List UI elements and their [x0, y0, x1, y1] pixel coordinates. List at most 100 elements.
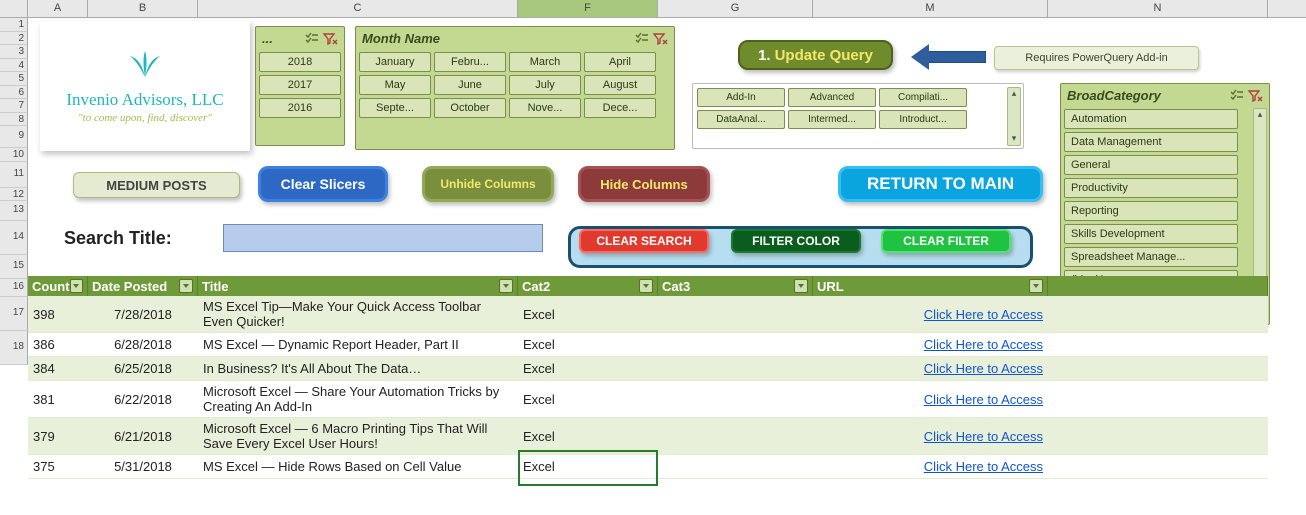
cell-date[interactable]: 6/25/2018 — [88, 357, 198, 380]
cell-url[interactable]: Click Here to Access — [813, 455, 1048, 478]
row-header-4[interactable]: 4 — [0, 59, 28, 73]
scroll-up-icon[interactable]: ▴ — [1008, 88, 1020, 100]
clear-filter-icon[interactable] — [652, 32, 668, 46]
cell-date[interactable]: 7/28/2018 — [88, 296, 198, 332]
col-header-F[interactable]: F — [518, 0, 658, 17]
slicer-month-item[interactable]: October — [434, 98, 506, 118]
slicer-year-item[interactable]: 2016 — [259, 98, 341, 118]
access-link[interactable]: Click Here to Access — [924, 392, 1043, 407]
clear-search-button[interactable]: CLEAR SEARCH — [579, 229, 709, 253]
filter-dropdown-icon[interactable] — [179, 279, 193, 293]
cell-count[interactable]: 379 — [28, 418, 88, 454]
row-header-1[interactable]: 1 — [0, 18, 28, 32]
cell-cat2[interactable]: Excel — [518, 296, 658, 332]
cell-title[interactable]: In Business? It's All About The Data… — [198, 357, 518, 380]
slicer-month-item[interactable]: May — [359, 75, 431, 95]
row-header-16[interactable]: 16 — [0, 279, 28, 297]
col-header-C[interactable]: C — [198, 0, 518, 17]
cell-title[interactable]: MS Excel Tip—Make Your Quick Access Tool… — [198, 296, 518, 332]
clear-filter-icon[interactable] — [322, 32, 338, 46]
slicer-broad-item[interactable]: General — [1064, 155, 1238, 175]
slicer-broad-item[interactable]: Automation — [1064, 109, 1238, 129]
cell-url[interactable]: Click Here to Access — [813, 381, 1048, 417]
slicer-month-item[interactable]: Dece... — [584, 98, 656, 118]
col-header-cat3[interactable]: Cat3 — [658, 276, 813, 296]
col-header-B[interactable]: B — [88, 0, 198, 17]
col-header-M[interactable]: M — [813, 0, 1048, 17]
row-header-8[interactable]: 8 — [0, 113, 28, 127]
col-header-cat2[interactable]: Cat2 — [518, 276, 658, 296]
access-link[interactable]: Click Here to Access — [924, 459, 1043, 474]
cell-cat2[interactable]: Excel — [518, 357, 658, 380]
row-header-7[interactable]: 7 — [0, 99, 28, 113]
filter-dropdown-icon[interactable] — [1029, 279, 1043, 293]
multi-select-icon[interactable] — [1229, 89, 1245, 103]
multi-select-icon[interactable] — [634, 32, 650, 46]
scroll-up-icon[interactable]: ▴ — [1254, 109, 1266, 121]
row-header-17[interactable]: 17 — [0, 297, 28, 331]
cell-url[interactable]: Click Here to Access — [813, 418, 1048, 454]
slicer-tags-item[interactable]: Compilati... — [879, 88, 967, 107]
row-header-14[interactable]: 14 — [0, 221, 28, 255]
slicer-broad-item[interactable]: Data Management — [1064, 132, 1238, 152]
row-header-6[interactable]: 6 — [0, 86, 28, 100]
slicer-month-item[interactable]: Septe... — [359, 98, 431, 118]
slicer-year[interactable]: ... 201820172016 — [255, 26, 345, 146]
return-to-main-button[interactable]: RETURN TO MAIN — [838, 166, 1043, 202]
slicer-month-item[interactable]: Febru... — [434, 52, 506, 72]
slicer-broad-item[interactable]: Productivity — [1064, 178, 1238, 198]
filter-dropdown-icon[interactable] — [499, 279, 513, 293]
cell-url[interactable]: Click Here to Access — [813, 357, 1048, 380]
cell-title[interactable]: Microsoft Excel — 6 Macro Printing Tips … — [198, 418, 518, 454]
scroll-down-icon[interactable]: ▾ — [1008, 133, 1020, 145]
row-header-5[interactable]: 5 — [0, 72, 28, 86]
cell-url[interactable]: Click Here to Access — [813, 333, 1048, 356]
cell-cat3[interactable] — [658, 296, 813, 332]
slicer-month-item[interactable]: July — [509, 75, 581, 95]
access-link[interactable]: Click Here to Access — [924, 337, 1043, 352]
slicer-month-item[interactable]: Nove... — [509, 98, 581, 118]
cell-date[interactable]: 6/21/2018 — [88, 418, 198, 454]
cell-count[interactable]: 381 — [28, 381, 88, 417]
filter-dropdown-icon[interactable] — [639, 279, 653, 293]
row-header-3[interactable]: 3 — [0, 45, 28, 59]
cell-cat2[interactable]: Excel — [518, 381, 658, 417]
slicer-year-item[interactable]: 2017 — [259, 75, 341, 95]
cell-url[interactable]: Click Here to Access — [813, 296, 1048, 332]
filter-color-button[interactable]: FILTER COLOR — [731, 229, 861, 253]
col-header-A[interactable]: A — [28, 0, 88, 17]
slicer-broad-item[interactable]: Spreadsheet Manage... — [1064, 247, 1238, 267]
slicer-tags-item[interactable]: DataAnal... — [697, 110, 785, 129]
cell-cat2[interactable]: Excel — [518, 455, 658, 478]
clear-filter-icon[interactable] — [1247, 89, 1263, 103]
cell-date[interactable]: 5/31/2018 — [88, 455, 198, 478]
slicer-broad-item[interactable]: Skills Development — [1064, 224, 1238, 244]
search-title-input[interactable] — [223, 224, 543, 252]
slicer-tags-item[interactable]: Add-In — [697, 88, 785, 107]
cell-cat2[interactable]: Excel — [518, 418, 658, 454]
slicer-broad-item[interactable]: Reporting — [1064, 201, 1238, 221]
filter-dropdown-icon[interactable] — [794, 279, 808, 293]
filter-dropdown-icon[interactable] — [70, 279, 83, 293]
cell-date[interactable]: 6/28/2018 — [88, 333, 198, 356]
scrollbar[interactable]: ▴ ▾ — [1007, 87, 1021, 146]
access-link[interactable]: Click Here to Access — [924, 307, 1043, 322]
cell-cat2[interactable]: Excel — [518, 333, 658, 356]
slicer-tags-item[interactable]: Intermed... — [788, 110, 876, 129]
row-header-18[interactable]: 18 — [0, 331, 28, 365]
col-header-title[interactable]: Title — [198, 276, 518, 296]
row-header-2[interactable]: 2 — [0, 32, 28, 46]
cell-count[interactable]: 386 — [28, 333, 88, 356]
cell-cat3[interactable] — [658, 418, 813, 454]
slicer-month[interactable]: Month Name JanuaryFebru...MarchAprilMayJ… — [355, 26, 675, 150]
access-link[interactable]: Click Here to Access — [924, 429, 1043, 444]
slicer-month-item[interactable]: August — [584, 75, 656, 95]
cell-count[interactable]: 375 — [28, 455, 88, 478]
row-header-10[interactable]: 10 — [0, 148, 28, 162]
update-query-button[interactable]: 1. Update Query — [738, 40, 893, 70]
clear-slicers-button[interactable]: Clear Slicers — [258, 166, 388, 202]
col-header-date[interactable]: Date Posted — [88, 276, 198, 296]
cell-title[interactable]: MS Excel — Hide Rows Based on Cell Value — [198, 455, 518, 478]
clear-filter-button[interactable]: CLEAR FILTER — [881, 229, 1011, 253]
row-header-11[interactable]: 11 — [0, 162, 28, 188]
